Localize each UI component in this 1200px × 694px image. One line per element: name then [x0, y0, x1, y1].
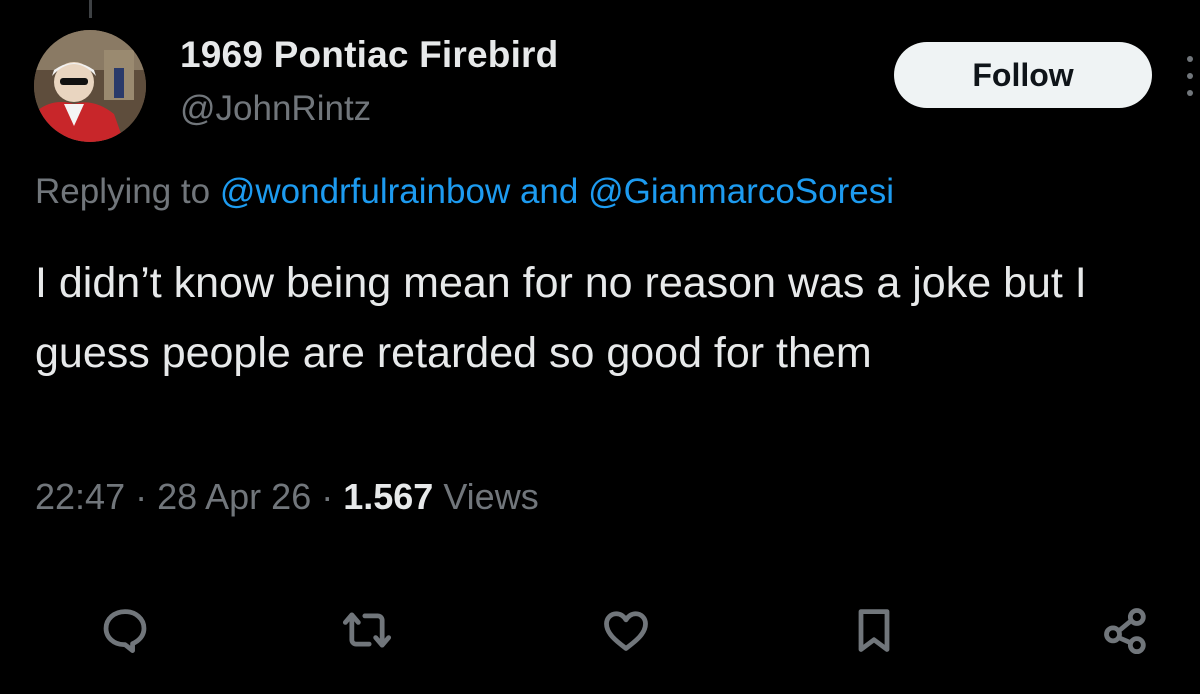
views-count[interactable]: 1.567	[343, 476, 433, 517]
reply-icon	[103, 609, 147, 653]
meta-separator: ·	[125, 476, 158, 517]
more-dot	[1187, 73, 1193, 79]
more-options-icon[interactable]	[1182, 56, 1198, 96]
user-handle[interactable]: @JohnRintz	[180, 89, 371, 129]
replying-to-label: Replying to	[35, 172, 220, 211]
display-name[interactable]: 1969 Pontiac Firebird	[180, 34, 558, 76]
tweet-date[interactable]: 28 Apr 26	[157, 476, 311, 517]
mention-link-wondrfulrainbow[interactable]: @wondrfulrainbow	[220, 172, 510, 211]
like-icon	[604, 611, 648, 651]
reply-button[interactable]	[97, 602, 153, 658]
more-dot	[1187, 90, 1193, 96]
follow-button[interactable]: Follow	[894, 42, 1152, 108]
like-button[interactable]	[598, 602, 654, 658]
replying-and-label: and	[510, 172, 589, 211]
action-bar	[0, 602, 1200, 658]
tweet-text: I didn’t know being mean for no reason w…	[35, 259, 1087, 377]
more-dot	[1187, 56, 1193, 62]
retweet-button[interactable]	[339, 602, 395, 658]
avatar-photo	[34, 30, 146, 142]
avatar[interactable]	[34, 30, 146, 142]
tweet-time[interactable]: 22:47	[35, 476, 125, 517]
meta-separator: ·	[311, 476, 344, 517]
bookmark-button[interactable]	[846, 602, 902, 658]
share-button[interactable]	[1098, 602, 1154, 658]
share-icon	[1104, 608, 1146, 655]
replying-to-line: Replying to @wondrfulrainbow and @Gianma…	[35, 172, 894, 212]
bookmark-icon	[858, 609, 890, 652]
mention-link-gianmarcosoresi[interactable]: @GianmarcoSoresi	[588, 172, 894, 211]
thread-connector-line	[89, 0, 92, 18]
tweet-meta: 22:47 · 28 Apr 26 · 1.567 Views	[35, 476, 539, 518]
retweet-icon	[342, 612, 392, 648]
views-label[interactable]: Views	[433, 476, 538, 517]
